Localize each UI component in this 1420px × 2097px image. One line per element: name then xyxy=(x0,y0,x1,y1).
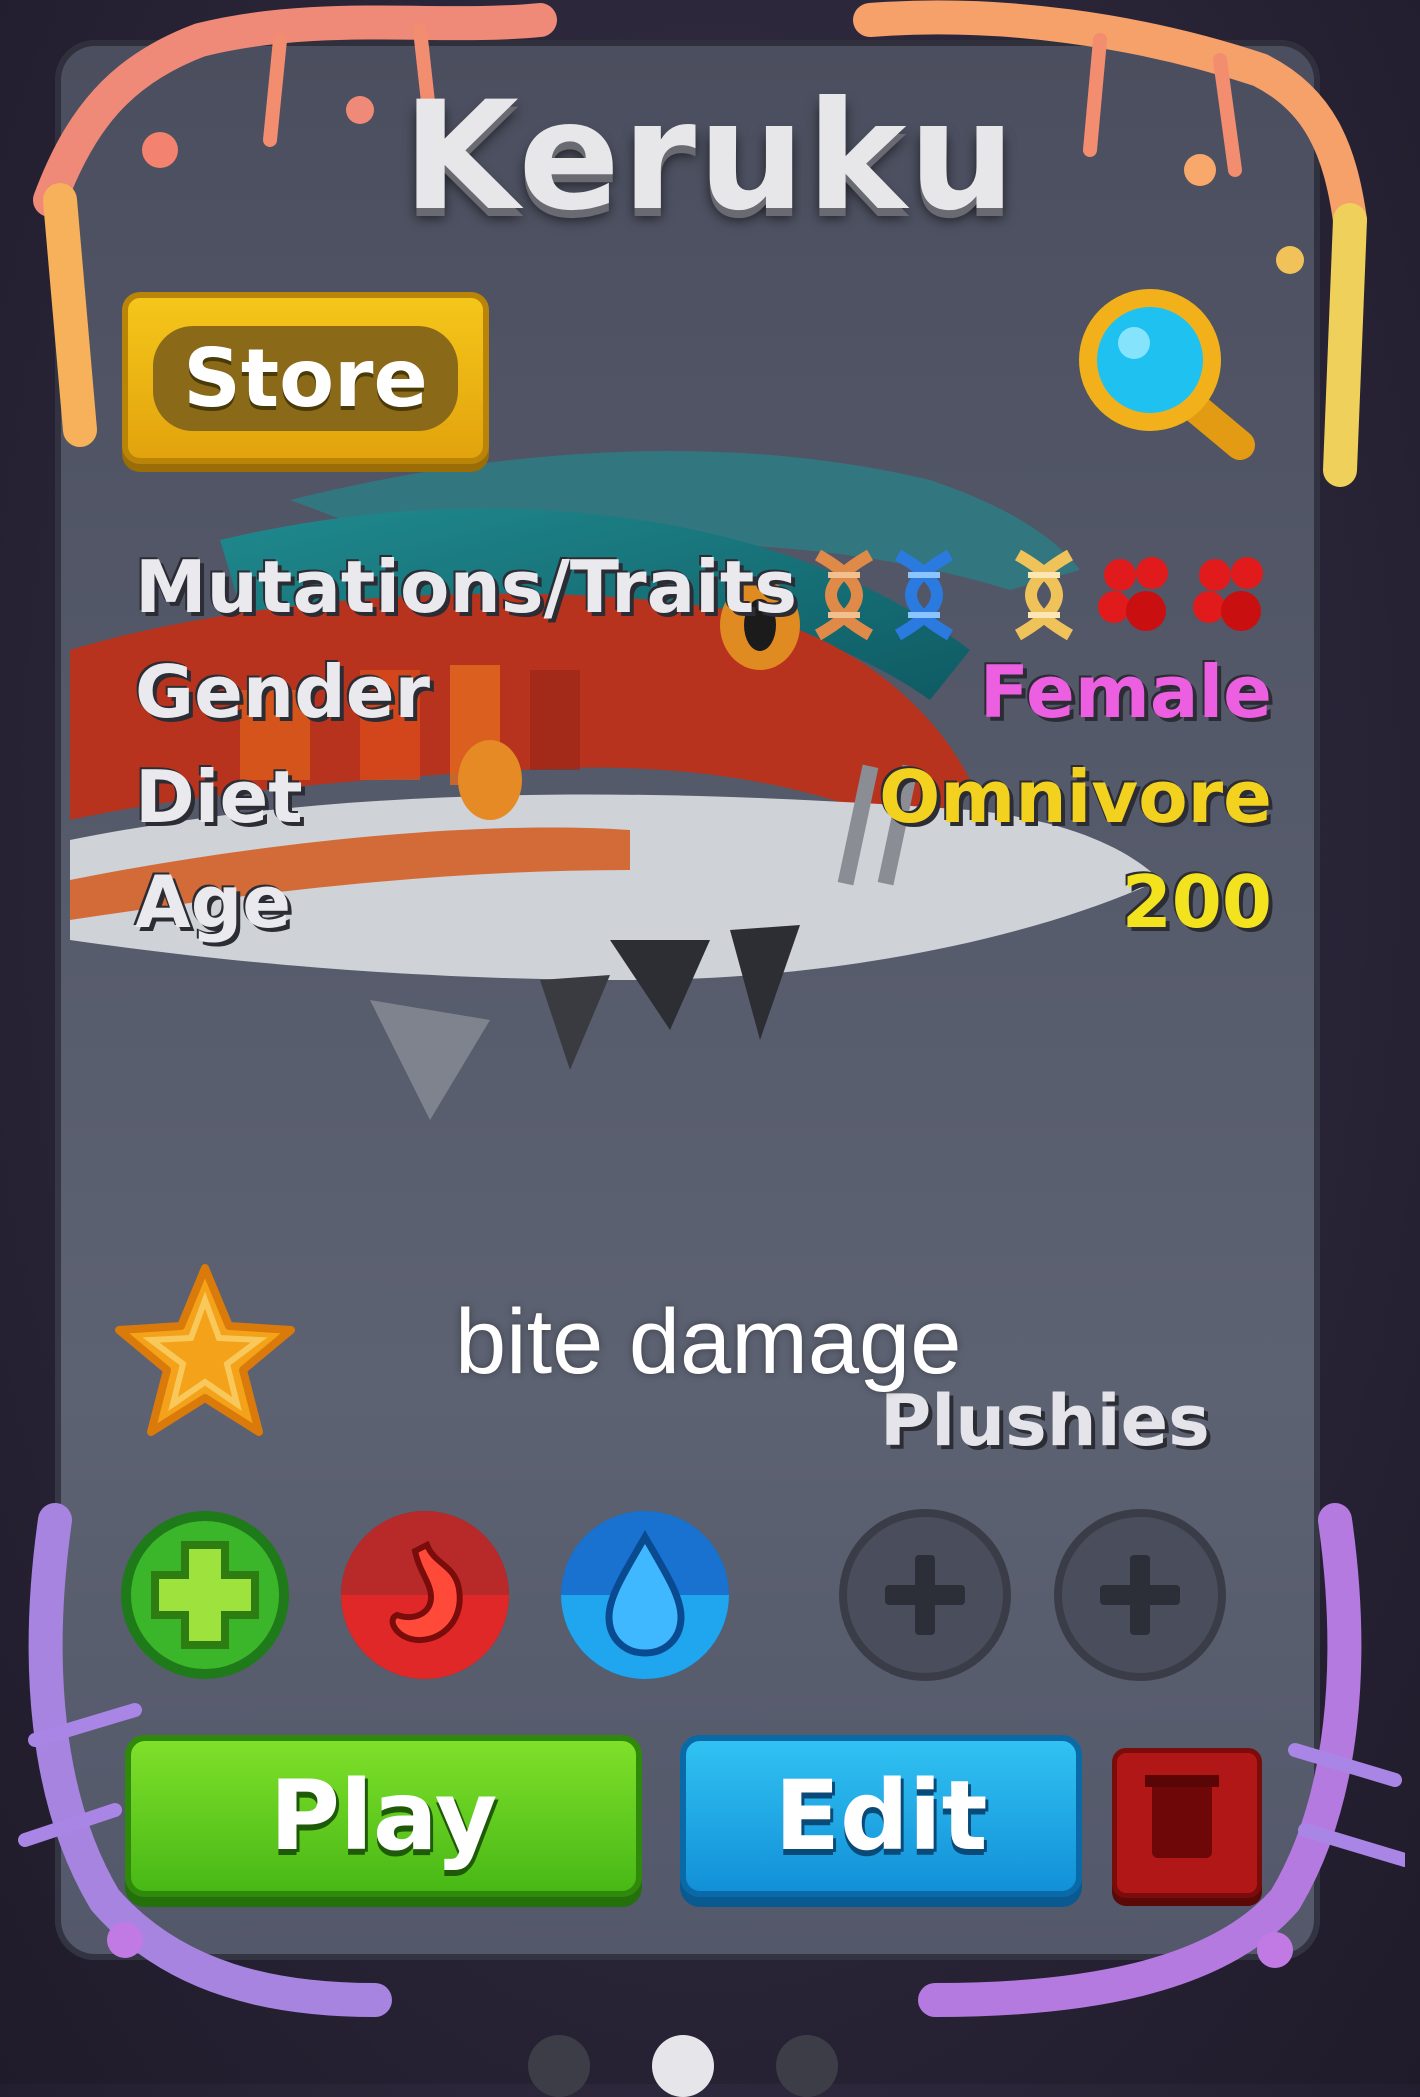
gender-label: Gender xyxy=(135,650,431,734)
page-indicator-dot-active[interactable] xyxy=(652,2035,714,2097)
add-plushie-icon[interactable] xyxy=(1050,1505,1230,1685)
dna-orange-icon[interactable] xyxy=(815,549,873,641)
store-button-label: Store xyxy=(153,325,458,431)
age-label: Age xyxy=(135,860,292,944)
play-button-label: Play xyxy=(269,1760,498,1872)
gender-value: Female xyxy=(979,650,1272,734)
stomach-icon[interactable] xyxy=(335,1505,515,1685)
paw-red-icon[interactable] xyxy=(1098,557,1168,631)
health-plus-icon[interactable] xyxy=(115,1505,295,1685)
favorite-star-icon[interactable] xyxy=(115,1260,295,1450)
age-value: 200 xyxy=(1121,860,1272,944)
magnifier-search-icon[interactable] xyxy=(1070,285,1260,465)
paw-red-icon[interactable] xyxy=(1193,557,1263,631)
delete-button[interactable] xyxy=(1112,1748,1262,1898)
dna-gold-icon[interactable] xyxy=(1015,549,1073,641)
edit-button-label: Edit xyxy=(774,1760,988,1872)
add-plushie-icon[interactable] xyxy=(835,1505,1015,1685)
page-indicator-dot[interactable] xyxy=(528,2035,590,2097)
edit-button[interactable]: Edit xyxy=(680,1735,1082,1897)
creature-name-title: Keruku xyxy=(402,70,1018,244)
page-indicator-dot[interactable] xyxy=(776,2035,838,2097)
store-button[interactable]: Store xyxy=(122,292,489,464)
traits-label: Mutations/Traits xyxy=(135,545,798,629)
trait-icons[interactable] xyxy=(810,545,1280,645)
diet-value: Omnivore xyxy=(879,755,1272,839)
diet-label: Diet xyxy=(135,755,303,839)
video-caption: bite damage xyxy=(455,1291,962,1393)
dna-blue-icon[interactable] xyxy=(895,549,953,641)
play-button[interactable]: Play xyxy=(125,1735,642,1897)
trash-icon xyxy=(1145,1775,1219,1858)
water-drop-icon[interactable] xyxy=(555,1505,735,1685)
